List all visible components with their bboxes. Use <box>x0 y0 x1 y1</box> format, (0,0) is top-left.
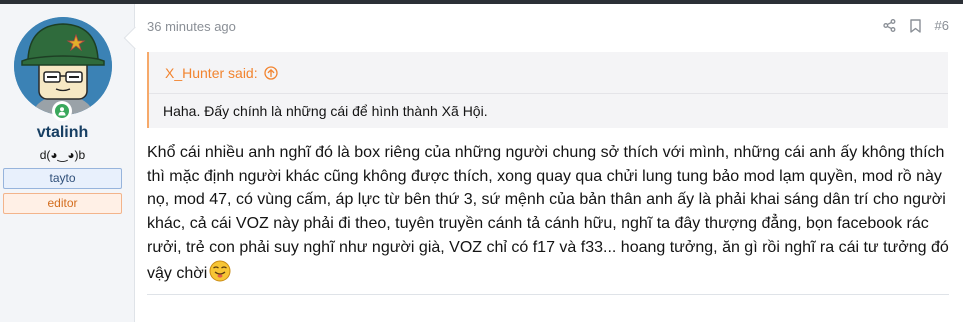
share-icon[interactable] <box>882 19 896 32</box>
post-message: Khổ cái nhiều anh nghĩ đó là box riêng c… <box>147 141 952 289</box>
bookmark-icon[interactable] <box>909 18 921 33</box>
avatar-wrap[interactable] <box>14 17 112 121</box>
post-message-text: Khổ cái nhiều anh nghĩ đó là box riêng c… <box>147 144 949 282</box>
post-timestamp[interactable]: 36 minutes ago <box>147 19 236 34</box>
forum-post: vtalinh d(◕‿◕)b tayto editor 36 minutes … <box>0 4 963 322</box>
user-banner-editor: editor <box>3 193 122 214</box>
quote-block: X_Hunter said: Haha. Đấy chính là những … <box>147 52 948 128</box>
username-link[interactable]: vtalinh <box>0 124 125 142</box>
post-main: 36 minutes ago #6 X_Hunter said: Haha. Đ… <box>135 4 963 322</box>
user-cell: vtalinh d(◕‿◕)b tayto editor <box>0 4 147 322</box>
quote-divider <box>149 93 948 94</box>
emoji-icon <box>209 260 231 290</box>
message-divider <box>147 294 949 295</box>
post-actions: #6 <box>882 18 949 33</box>
quote-author[interactable]: X_Hunter said: <box>165 65 278 81</box>
quote-author-label[interactable]: X_Hunter said: <box>165 65 258 81</box>
user-title: d(◕‿◕)b <box>39 148 86 162</box>
user-banner-tayto: tayto <box>3 168 122 189</box>
quote-text: Haha. Đấy chính là những cái để hình thà… <box>163 103 488 119</box>
post-number-link[interactable]: #6 <box>935 18 949 33</box>
quote-jump-icon[interactable] <box>263 66 278 80</box>
online-badge <box>52 101 72 121</box>
online-icon <box>55 104 69 118</box>
